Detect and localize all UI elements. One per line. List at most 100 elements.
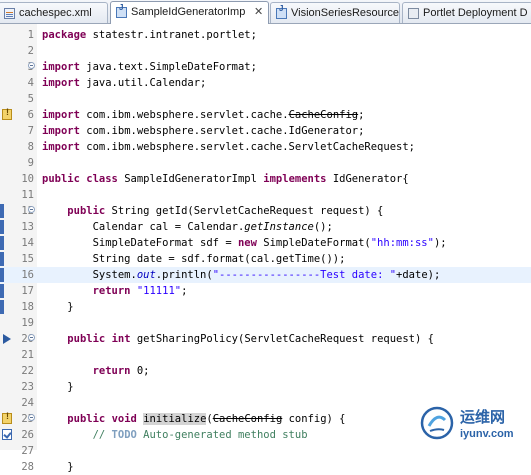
line-number: 24 (21, 397, 34, 409)
code-line: 1 package statestr.intranet.portlet; (0, 27, 531, 43)
code-line: 9 (0, 155, 531, 171)
line-number: 9 (27, 157, 34, 169)
close-tab-icon[interactable]: ✕ (254, 2, 263, 23)
line-number: 14 (21, 237, 34, 249)
task-marker-icon[interactable] (2, 429, 12, 440)
debug-range-marker (0, 252, 4, 266)
code-line: 28 } (0, 459, 531, 475)
code-text: return 0; (92, 365, 150, 377)
code-line: 7 import com.ibm.websphere.servlet.cache… (0, 123, 531, 139)
code-text: // TODO Auto-generated method stub (92, 429, 308, 441)
fold-collapse-icon[interactable] (28, 334, 35, 341)
code-text: public String getId(ServletCacheRequest … (67, 205, 384, 217)
code-text: String date = sdf.format(cal.getTime()); (42, 253, 346, 265)
line-number: 26 (21, 429, 34, 441)
code-text: System.out.println("----------------Test… (42, 269, 441, 281)
code-text: Calendar cal = Calendar.getInstance(); (42, 221, 333, 233)
line-number: 8 (27, 141, 34, 153)
tab-sampleidgeneratorimpl[interactable]: SampleIdGeneratorImp ✕ (110, 1, 269, 24)
line-number: 10 (21, 173, 34, 185)
code-text: import java.text.SimpleDateFormat; (42, 61, 257, 73)
line-number: 16 (21, 269, 34, 281)
editor-tab-bar: cachespec.xml SampleIdGeneratorImp ✕ Vis… (0, 0, 531, 24)
line-number: 11 (21, 189, 34, 201)
line-number: 23 (21, 381, 34, 393)
code-line: 21 (0, 347, 531, 363)
code-text: import com.ibm.websphere.servlet.cache.C… (42, 109, 365, 121)
current-line: 16 System.out.println("----------------T… (0, 267, 531, 283)
code-line: 13 Calendar cal = Calendar.getInstance()… (0, 219, 531, 235)
line-number: 22 (21, 365, 34, 377)
code-line: 3 import java.text.SimpleDateFormat; (0, 59, 531, 75)
debug-range-marker (0, 204, 4, 218)
code-line: 19 (0, 315, 531, 331)
line-number: 13 (21, 221, 34, 233)
debug-range-marker (0, 220, 4, 234)
fold-collapse-icon[interactable] (28, 62, 35, 69)
java-code-editor[interactable]: 1 package statestr.intranet.portlet; 2 3… (0, 24, 531, 473)
debug-range-marker (0, 300, 4, 314)
watermark-text: 运维网 (460, 408, 506, 426)
java-file-icon (116, 3, 127, 18)
tab-portlet-deployment-descriptor[interactable]: Portlet Deployment D (402, 2, 531, 23)
code-line: 2 (0, 43, 531, 59)
debug-range-marker (0, 284, 4, 298)
watermark-logo-icon (420, 406, 454, 440)
java-file-icon (276, 4, 287, 19)
code-text: } (42, 461, 74, 473)
code-line: 15 String date = sdf.format(cal.getTime(… (0, 251, 531, 267)
fold-collapse-icon[interactable] (28, 206, 35, 213)
code-text: public class SampleIdGeneratorImpl imple… (42, 173, 409, 185)
code-line: 5 (0, 91, 531, 107)
code-line: 8 import com.ibm.websphere.servlet.cache… (0, 139, 531, 155)
line-number: 7 (27, 125, 34, 137)
code-text: } (42, 381, 74, 393)
code-text: import java.util.Calendar; (42, 77, 207, 89)
site-watermark: 运维网 iyunv.com (420, 404, 531, 450)
line-number: 6 (27, 109, 34, 121)
code-line: 18 } (0, 299, 531, 315)
code-text: import com.ibm.websphere.servlet.cache.S… (42, 141, 415, 153)
code-line: 22 return 0; (0, 363, 531, 379)
code-line: 4 import java.util.Calendar; (0, 75, 531, 91)
line-number: 17 (21, 285, 34, 297)
debug-range-marker (0, 268, 4, 282)
line-number: 1 (27, 29, 34, 41)
tab-label: cachespec.xml (19, 7, 92, 19)
xml-file-icon (4, 8, 15, 19)
code-line: 12 public String getId(ServletCacheReque… (0, 203, 531, 219)
code-text: public void initialize(CacheConfig confi… (67, 413, 346, 425)
code-line: 11 (0, 187, 531, 203)
code-line: 23 } (0, 379, 531, 395)
watermark-url: iyunv.com (460, 428, 514, 440)
line-number: 27 (21, 445, 34, 457)
portlet-descriptor-icon (408, 8, 419, 19)
tab-label: Portlet Deployment D (423, 7, 528, 19)
debug-range-marker (0, 236, 4, 250)
warning-marker-icon[interactable] (2, 107, 12, 120)
line-number: 28 (21, 461, 34, 473)
tab-label: SampleIdGeneratorImp (131, 6, 246, 18)
line-number: 15 (21, 253, 34, 265)
line-number: 19 (21, 317, 34, 329)
line-number: 5 (27, 93, 34, 105)
tab-cachespec-xml[interactable]: cachespec.xml (0, 2, 108, 23)
code-text: import com.ibm.websphere.servlet.cache.I… (42, 125, 365, 137)
fold-collapse-icon[interactable] (28, 414, 35, 421)
tab-label: VisionSeriesResource (291, 7, 400, 19)
code-text: return "11111"; (92, 285, 188, 297)
code-line: 14 SimpleDateFormat sdf = new SimpleDate… (0, 235, 531, 251)
line-number: 21 (21, 349, 34, 361)
line-number: 18 (21, 301, 34, 313)
code-text: package statestr.intranet.portlet; (42, 29, 257, 41)
tab-visionseriesresource[interactable]: VisionSeriesResource (270, 2, 400, 23)
code-text: SimpleDateFormat sdf = new SimpleDateFor… (42, 237, 447, 249)
code-line: 20 public int getSharingPolicy(ServletCa… (0, 331, 531, 347)
code-text: } (42, 301, 74, 313)
implements-method-icon[interactable] (3, 334, 11, 344)
code-line: 17 return "11111"; (0, 283, 531, 299)
warning-marker-icon[interactable] (2, 411, 12, 424)
code-line: 6 import com.ibm.websphere.servlet.cache… (0, 107, 531, 123)
code-text: public int getSharingPolicy(ServletCache… (67, 333, 434, 345)
line-number: 4 (27, 77, 34, 89)
